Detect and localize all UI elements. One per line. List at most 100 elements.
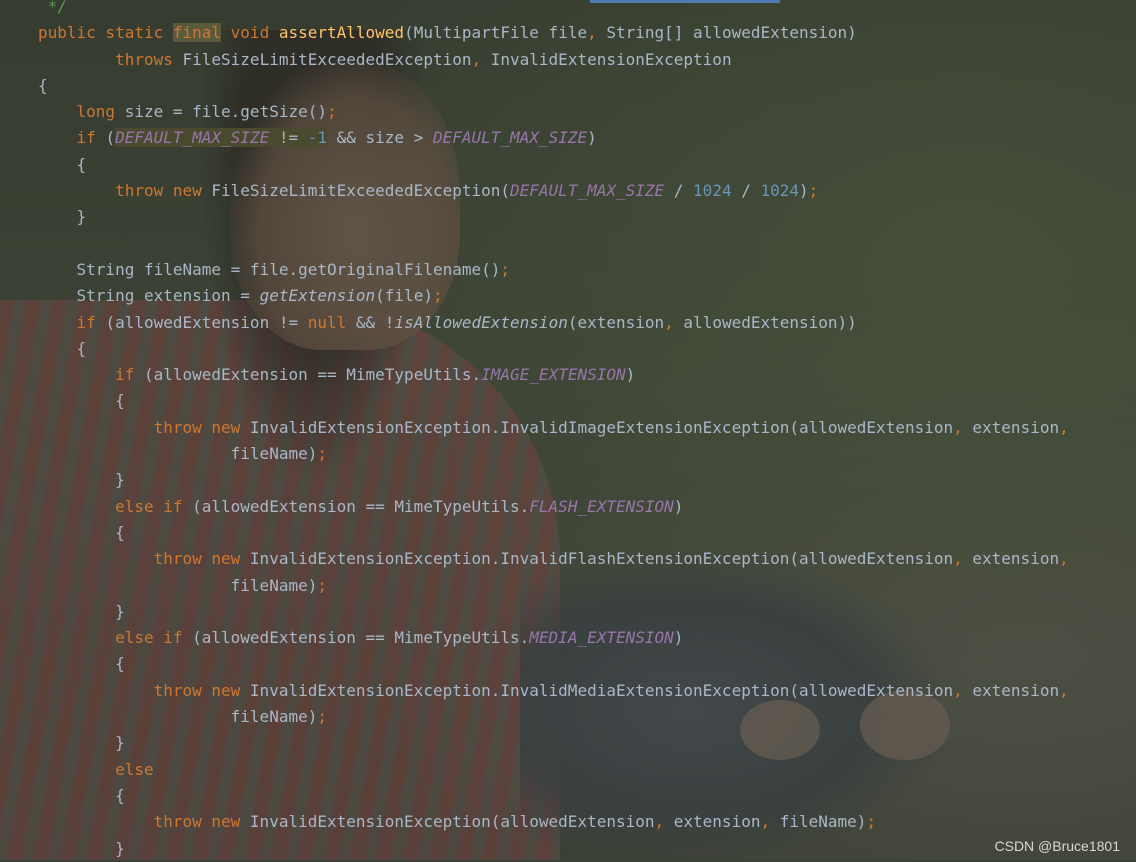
code-line[interactable]: throw new InvalidExtensionException(allo… <box>38 809 1069 835</box>
code-token: (file) <box>375 286 433 306</box>
code-line[interactable]: */ <box>38 0 1069 20</box>
code-line[interactable]: throw new InvalidExtensionException.Inva… <box>38 415 1069 441</box>
code-token: / <box>664 181 694 201</box>
code-token: throw new <box>38 680 250 700</box>
code-token: { <box>38 654 125 674</box>
code-token: { <box>38 338 87 358</box>
code-token: if <box>38 312 106 332</box>
code-token: fileName) <box>38 444 318 464</box>
code-token: fileName) <box>38 707 318 727</box>
code-token: extension <box>972 680 1060 700</box>
code-token: long <box>38 102 125 122</box>
code-line[interactable]: } <box>38 204 1069 230</box>
code-token: public static <box>38 23 173 43</box>
code-token: ) <box>799 181 809 201</box>
code-token: FLASH_EXTENSION <box>529 496 674 516</box>
watermark-text: CSDN @Bruce1801 <box>994 838 1121 854</box>
code-line[interactable]: else if (allowedExtension == MimeTypeUti… <box>38 494 1069 520</box>
code-line[interactable]: throw new InvalidExtensionException.Inva… <box>38 546 1069 572</box>
code-token: throw new <box>38 181 212 201</box>
code-token: IMAGE_EXTENSION <box>481 365 626 385</box>
code-line[interactable]: { <box>38 388 1069 414</box>
code-token: -1 <box>307 128 327 148</box>
code-token: } <box>38 601 125 621</box>
code-token: ; <box>317 444 327 464</box>
code-token: ; <box>317 575 327 595</box>
code-token: } <box>38 733 125 753</box>
code-token: (MultipartFile file <box>404 23 588 43</box>
code-token: && size > <box>327 128 433 148</box>
code-line[interactable]: { <box>38 152 1069 178</box>
code-token: fileName) <box>779 812 867 832</box>
code-line[interactable]: throws FileSizeLimitExceededException, I… <box>38 47 1069 73</box>
code-line[interactable]: { <box>38 783 1069 809</box>
code-token: { <box>38 75 48 95</box>
code-token: InvalidExtensionException.InvalidImageEx… <box>249 417 954 437</box>
code-line[interactable]: { <box>38 651 1069 677</box>
code-line[interactable]: String extension = getExtension(file); <box>38 283 1069 309</box>
code-token: (allowedExtension == MimeTypeUtils. <box>192 628 530 648</box>
code-line[interactable]: else <box>38 757 1069 783</box>
code-token: extension <box>972 417 1060 437</box>
code-line[interactable]: fileName); <box>38 704 1069 730</box>
code-line[interactable]: else if (allowedExtension == MimeTypeUti… <box>38 625 1069 651</box>
code-line[interactable]: throw new FileSizeLimitExceededException… <box>38 178 1069 204</box>
code-token: InvalidExtensionException(allowedExtensi… <box>249 812 655 832</box>
code-token: ( <box>105 128 116 148</box>
code-token: , <box>654 812 674 832</box>
code-line[interactable]: public static final void assertAllowed(M… <box>38 20 1069 46</box>
code-line[interactable]: } <box>38 599 1069 625</box>
code-token: ; <box>432 286 443 306</box>
code-line[interactable]: } <box>38 467 1069 493</box>
code-line[interactable]: fileName); <box>38 573 1069 599</box>
code-token: != <box>269 128 308 148</box>
code-token: assertAllowed <box>278 23 405 43</box>
code-token: DEFAULT_MAX_SIZE <box>510 181 665 201</box>
code-token: isAllowedExtension <box>394 312 568 332</box>
code-token: */ <box>38 0 67 16</box>
code-token: , <box>1059 680 1069 700</box>
code-editor[interactable]: */ public static final void assertAllowed… <box>38 0 1069 862</box>
code-line[interactable]: throw new InvalidExtensionException.Inva… <box>38 678 1069 704</box>
code-line[interactable] <box>38 231 1069 257</box>
code-token: (allowedExtension == MimeTypeUtils. <box>143 365 482 385</box>
code-token: else if <box>38 496 193 516</box>
code-token: { <box>38 154 87 174</box>
code-token: DEFAULT_MAX_SIZE != -1 <box>115 128 327 148</box>
code-token: ) <box>673 628 684 648</box>
code-token: / <box>731 181 761 201</box>
code-line[interactable]: String fileName = file.getOriginalFilena… <box>38 257 1069 283</box>
code-token: (extension <box>567 312 665 332</box>
code-token: , <box>953 549 973 569</box>
code-token: FileSizeLimitExceededException( <box>211 181 511 201</box>
code-token: ; <box>327 102 337 122</box>
code-token: else <box>38 759 154 779</box>
code-line[interactable]: } <box>38 836 1069 862</box>
code-token: throw new <box>38 549 250 569</box>
code-line[interactable]: fileName); <box>38 441 1069 467</box>
code-token: } <box>38 207 87 227</box>
code-token: extension <box>972 549 1060 569</box>
code-token: (allowedExtension != <box>105 312 308 332</box>
code-line[interactable]: if (allowedExtension != null && !isAllow… <box>38 310 1069 336</box>
code-line[interactable]: { <box>38 336 1069 362</box>
code-token: getExtension <box>259 286 376 306</box>
code-line[interactable]: long size = file.getSize(); <box>38 99 1069 125</box>
code-line[interactable]: } <box>38 730 1069 756</box>
code-token: throws <box>38 49 183 69</box>
code-token: } <box>38 838 125 858</box>
code-token: if <box>38 365 144 385</box>
code-token: InvalidExtensionException <box>490 49 732 69</box>
code-line[interactable]: if (allowedExtension == MimeTypeUtils.IM… <box>38 362 1069 388</box>
code-token: (allowedExtension == MimeTypeUtils. <box>192 496 530 516</box>
code-line[interactable]: { <box>38 73 1069 99</box>
code-token: String extension = <box>38 286 260 306</box>
code-token: ; <box>808 181 819 201</box>
code-token: ) <box>673 496 684 516</box>
code-token: DEFAULT_MAX_SIZE <box>432 128 588 148</box>
code-token: , <box>664 312 684 332</box>
code-line[interactable]: { <box>38 520 1069 546</box>
code-token: ) <box>625 365 636 385</box>
code-token: ; <box>866 812 877 832</box>
code-line[interactable]: if (DEFAULT_MAX_SIZE != -1 && size > DEF… <box>38 125 1069 151</box>
